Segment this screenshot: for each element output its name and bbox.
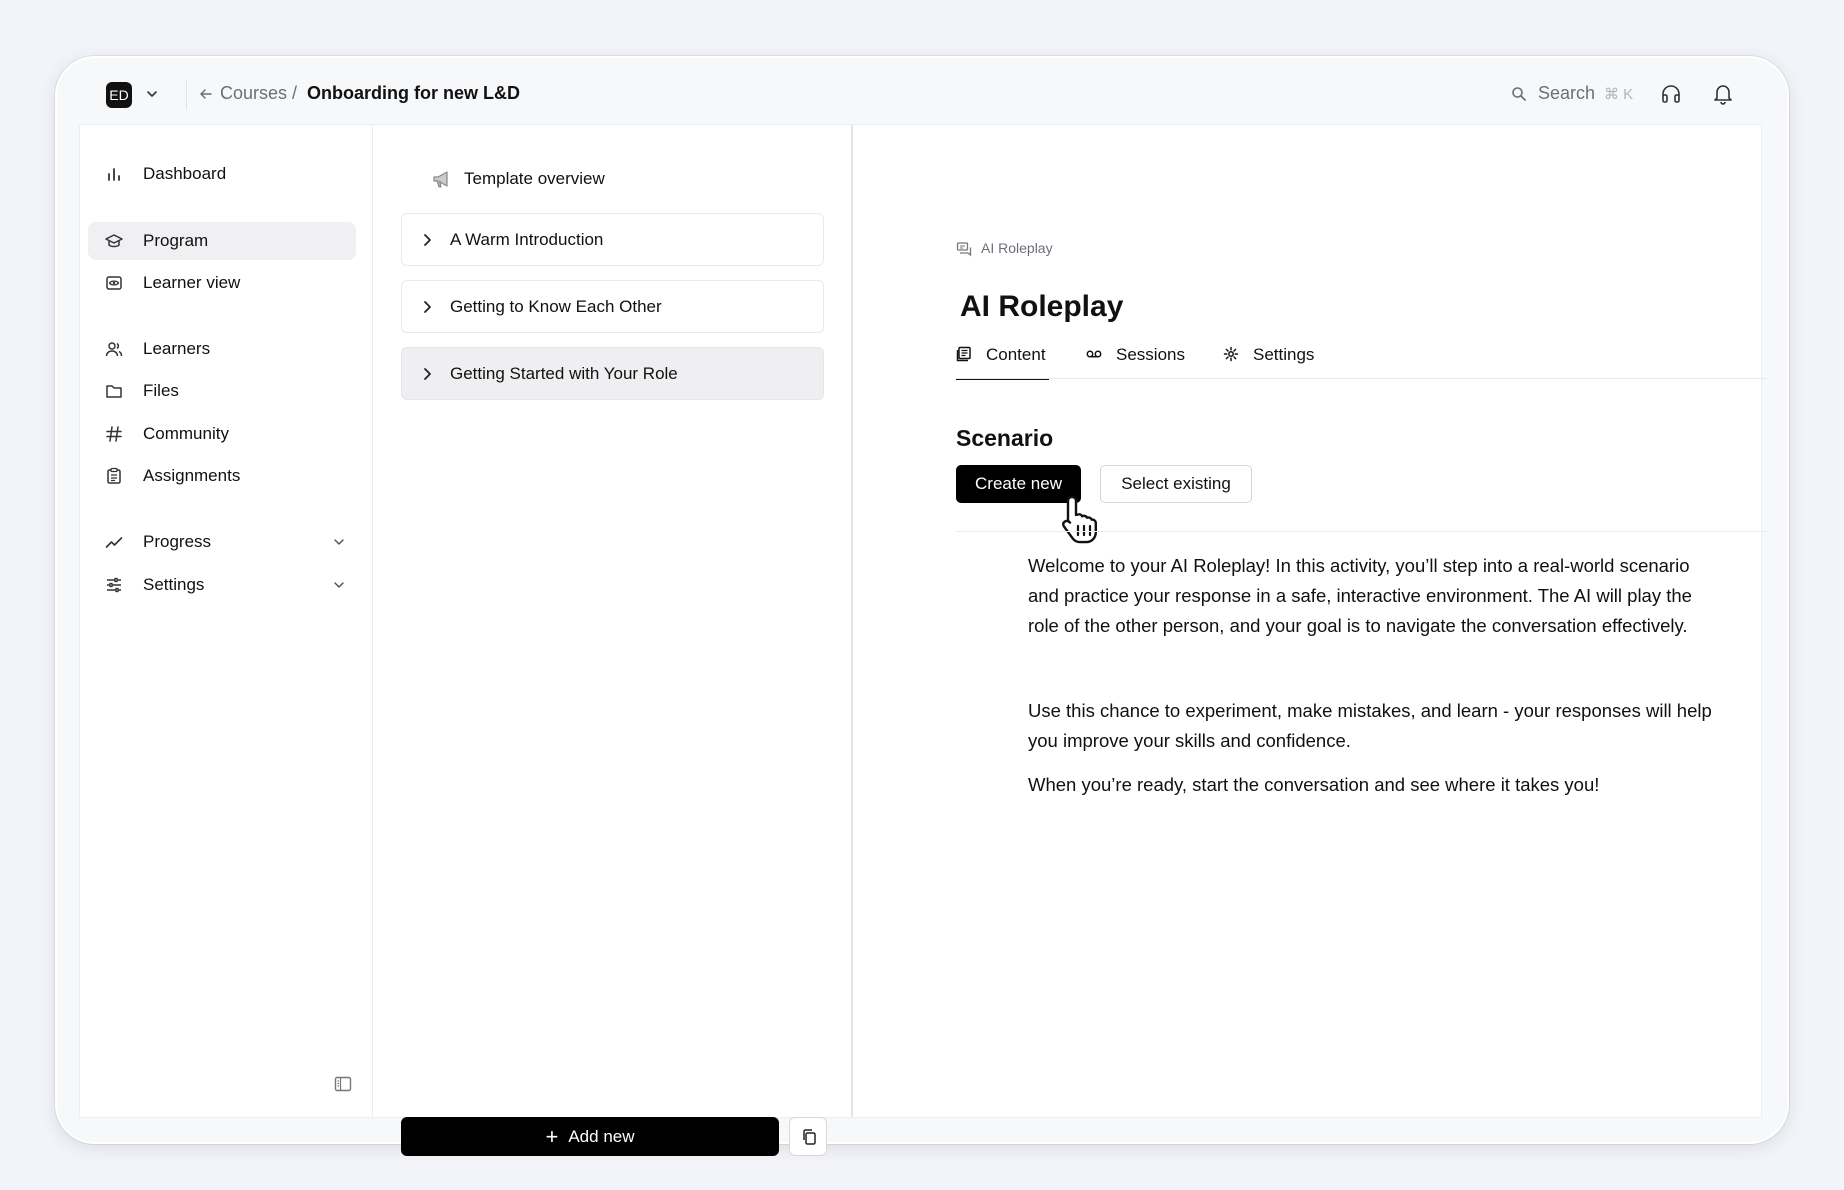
sidebar-item-community[interactable]: Community bbox=[88, 415, 356, 453]
module-item[interactable]: Getting Started with Your Role bbox=[401, 347, 824, 400]
top-bar: ED Courses / Onboarding for new L&D Sear… bbox=[55, 56, 1789, 124]
clipboard-icon bbox=[107, 467, 121, 484]
voicemail-icon bbox=[1086, 350, 1102, 358]
module-label: Getting to Know Each Other bbox=[450, 297, 662, 316]
app-window: ED Courses / Onboarding for new L&D Sear… bbox=[55, 56, 1789, 1156]
divider bbox=[372, 125, 373, 1117]
module-label: A Warm Introduction bbox=[450, 230, 604, 249]
tab-label: Content bbox=[986, 345, 1046, 364]
divider bbox=[956, 531, 1767, 532]
breadcrumb-courses-link[interactable]: Courses bbox=[220, 83, 287, 104]
sidebar-item-label: Learner view bbox=[143, 273, 241, 292]
search-shortcut: ⌘ K bbox=[1604, 86, 1634, 103]
sidebar-item-files[interactable]: Files bbox=[88, 372, 356, 410]
sidebar-item-settings[interactable]: Settings bbox=[88, 566, 356, 604]
copy-icon bbox=[803, 1129, 816, 1145]
activity-breadcrumb: AI Roleplay bbox=[981, 240, 1053, 256]
sidebar-item-label: Program bbox=[143, 231, 209, 250]
sidebar-item-label: Progress bbox=[143, 532, 212, 551]
select-existing-button[interactable]: Select existing bbox=[1100, 465, 1252, 503]
divider bbox=[956, 378, 1767, 379]
chat-bubbles-icon bbox=[956, 242, 972, 257]
chevron-right-icon[interactable] bbox=[420, 232, 434, 248]
module-label: Getting Started with Your Role bbox=[450, 364, 678, 383]
tab-settings[interactable]: Settings bbox=[1223, 335, 1321, 377]
chevron-right-icon[interactable] bbox=[420, 299, 434, 315]
sidebar-item-learners[interactable]: Learners bbox=[88, 330, 356, 368]
sidebar-item-label: Community bbox=[143, 424, 229, 443]
hash-icon bbox=[106, 426, 122, 442]
module-item[interactable]: A Warm Introduction bbox=[401, 213, 824, 266]
sidebar-item-assignments[interactable]: Assignments bbox=[88, 457, 356, 495]
tab-content[interactable]: Content bbox=[956, 335, 1049, 380]
bar-chart-icon bbox=[108, 168, 120, 181]
workspace-badge[interactable]: ED bbox=[106, 82, 132, 108]
sidebar-item-label: Dashboard bbox=[143, 164, 227, 183]
hand-pointer-icon bbox=[1062, 495, 1097, 544]
document-icon bbox=[956, 346, 971, 362]
users-icon bbox=[105, 342, 123, 357]
sidebar-item-label: Settings bbox=[143, 575, 205, 594]
search-button[interactable]: Search bbox=[1538, 83, 1595, 104]
divider bbox=[851, 125, 853, 1117]
sidebar-item-label: Learners bbox=[143, 339, 211, 358]
tab-label: Sessions bbox=[1116, 345, 1185, 364]
bell-icon[interactable] bbox=[1713, 83, 1733, 105]
breadcrumb-current: Onboarding for new L&D bbox=[307, 83, 520, 103]
megaphone-icon bbox=[433, 171, 448, 188]
page-title: AI Roleplay bbox=[960, 290, 1124, 323]
chevron-down-icon[interactable] bbox=[144, 86, 160, 102]
sidebar-item-progress[interactable]: Progress bbox=[88, 523, 356, 561]
duplicate-button[interactable] bbox=[789, 1117, 827, 1156]
sliders-icon bbox=[107, 577, 121, 593]
divider bbox=[186, 80, 187, 110]
headset-icon[interactable] bbox=[1660, 83, 1682, 105]
sidebar-item-label: Files bbox=[143, 381, 179, 400]
folder-icon bbox=[106, 385, 122, 398]
graduation-cap-icon bbox=[105, 234, 123, 248]
tab-sessions[interactable]: Sessions bbox=[1086, 335, 1192, 377]
scenario-paragraph: Welcome to your AI Roleplay! In this act… bbox=[1028, 555, 1692, 636]
chevron-right-icon[interactable] bbox=[420, 366, 434, 382]
scenario-paragraph: When you’re ready, start the conversatio… bbox=[1028, 774, 1600, 795]
module-item[interactable]: Getting to Know Each Other bbox=[401, 280, 824, 333]
trend-icon bbox=[105, 537, 123, 548]
eye-icon bbox=[106, 276, 122, 290]
search-icon[interactable] bbox=[1511, 86, 1527, 102]
sidebar-item-dashboard[interactable]: Dashboard bbox=[88, 155, 356, 193]
scenario-paragraph: Use this chance to experiment, make mist… bbox=[1028, 700, 1712, 751]
sidebar-item-learner-view[interactable]: Learner view bbox=[88, 264, 356, 302]
chevron-down-icon[interactable] bbox=[332, 578, 346, 592]
main-panel: Dashboard Program Learner view Learners … bbox=[79, 124, 1767, 1156]
breadcrumb-separator: / bbox=[292, 83, 298, 103]
arrow-left-icon[interactable] bbox=[198, 86, 214, 102]
section-title: Scenario bbox=[956, 425, 1054, 451]
sidebar-collapse-icon[interactable] bbox=[334, 1075, 352, 1093]
add-new-label: Add new bbox=[568, 1127, 635, 1146]
tab-label: Settings bbox=[1253, 345, 1315, 364]
chevron-down-icon[interactable] bbox=[332, 535, 346, 549]
gear-icon bbox=[1223, 346, 1239, 362]
sidebar-item-program[interactable]: Program bbox=[88, 222, 356, 260]
template-overview-link[interactable]: Template overview bbox=[464, 169, 605, 189]
sidebar-item-label: Assignments bbox=[143, 466, 241, 485]
add-new-button[interactable]: + Add new bbox=[401, 1117, 779, 1156]
plus-icon: + bbox=[545, 1124, 559, 1149]
